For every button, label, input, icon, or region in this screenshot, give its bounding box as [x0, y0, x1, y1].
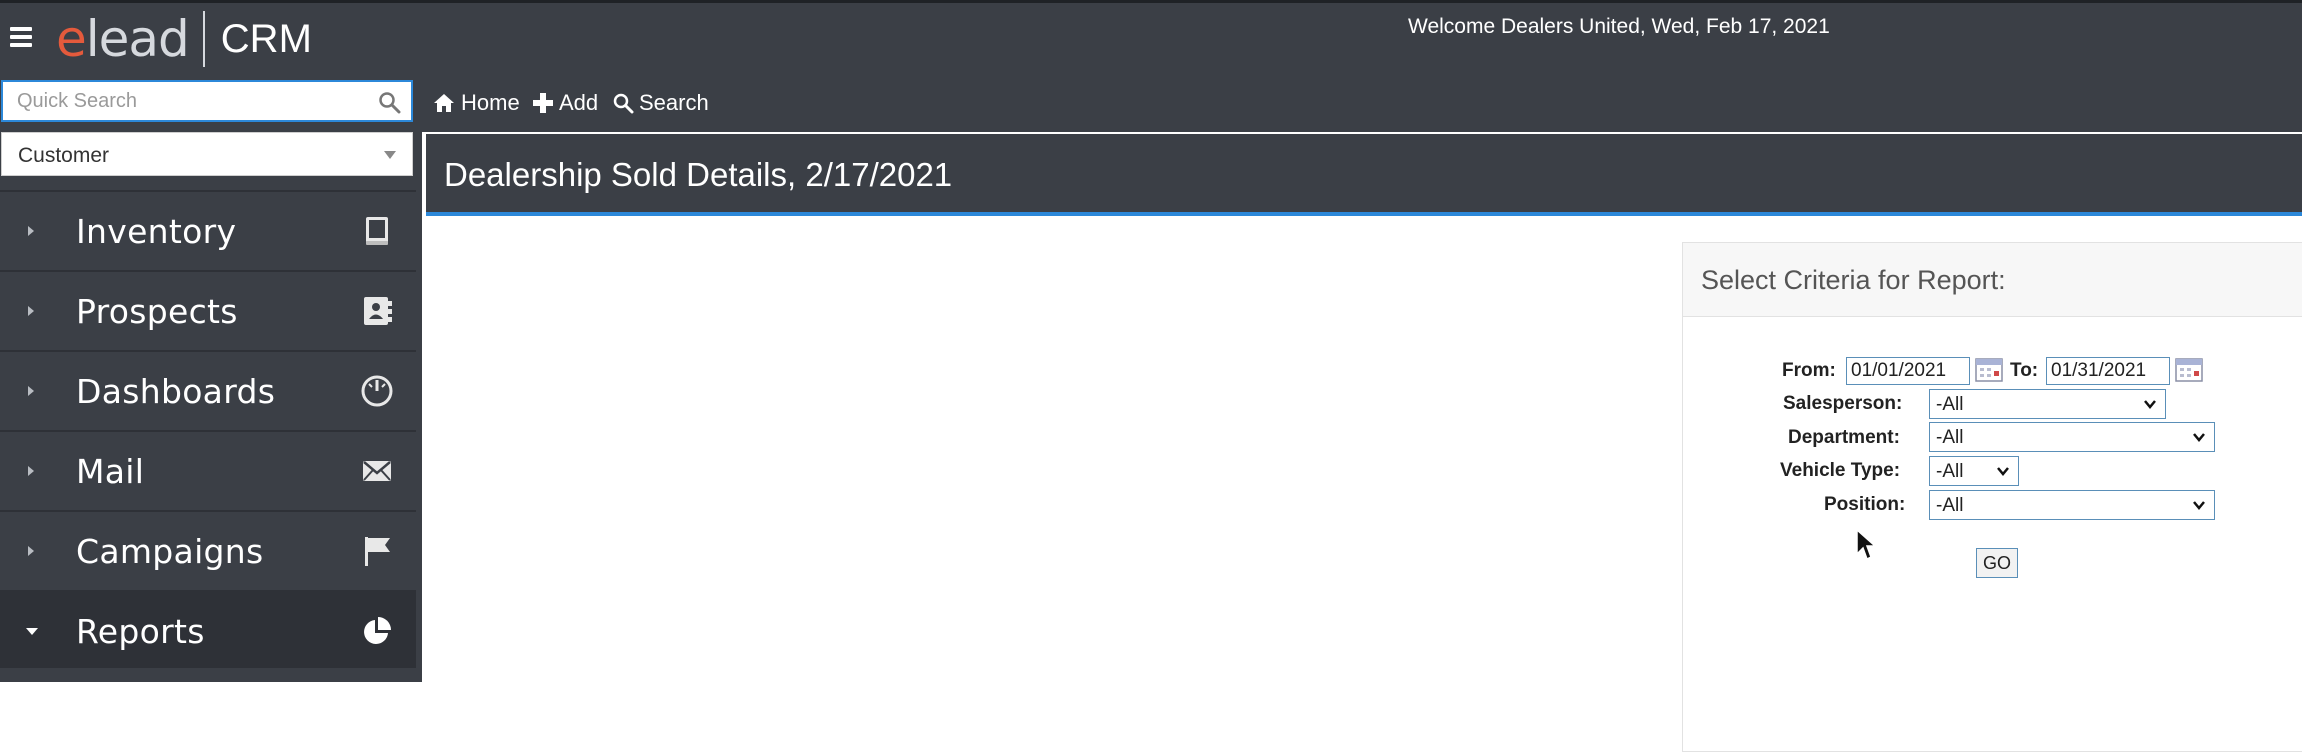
to-date-input[interactable] [2046, 357, 2170, 385]
caret-right-icon [28, 546, 34, 556]
sidebar-item-label: Dashboards [76, 372, 276, 411]
position-select[interactable]: -All [1929, 490, 2215, 520]
caret-right-icon [28, 466, 34, 476]
caret-right-icon [28, 226, 34, 236]
flag-icon [365, 537, 390, 566]
department-value: -All [1936, 427, 1964, 448]
welcome-message: Welcome Dealers United, Wed, Feb 17, 202… [1408, 15, 1830, 38]
add-label: Add [559, 90, 599, 115]
chevron-down-icon [384, 151, 396, 159]
salesperson-value: -All [1936, 394, 1964, 415]
caret-right-icon [28, 386, 34, 396]
home-icon [434, 94, 454, 112]
sidebar-item-label: Campaigns [76, 532, 264, 571]
to-label: To: [2010, 360, 2039, 381]
sidebar-item-label: Prospects [76, 292, 238, 331]
quick-search-box [1, 80, 413, 122]
sidebar-item-inventory[interactable]: Inventory [0, 190, 416, 268]
salesperson-label: Salesperson: [1783, 393, 1903, 414]
caret-down-icon [26, 628, 38, 635]
caret-right-icon [28, 306, 34, 316]
search-type-value: Customer [18, 144, 110, 167]
envelope-icon [363, 461, 391, 481]
contacts-icon [364, 297, 392, 325]
department-label: Department: [1788, 427, 1900, 448]
calendar-icon[interactable] [2175, 356, 2203, 382]
page-title: Dealership Sold Details, 2/17/2021 [444, 156, 953, 193]
hamburger-menu-icon[interactable] [10, 27, 32, 47]
position-label: Position: [1824, 494, 1906, 515]
calendar-icon[interactable] [1975, 356, 2003, 382]
sidebar-item-label: Mail [76, 452, 145, 491]
chevron-down-icon [2144, 400, 2156, 409]
search-type-select[interactable]: Customer [1, 132, 413, 176]
logo-lead: lead [85, 10, 190, 68]
pie-chart-icon [364, 617, 391, 644]
criteria-header: Select Criteria for Report: [1683, 243, 2302, 317]
search-icon[interactable] [377, 90, 401, 114]
top-header: e lead CRM Welcome Dealers United, Wed, F… [0, 0, 2302, 78]
home-label: Home [461, 90, 520, 115]
gauge-icon [361, 375, 393, 407]
logo-divider [202, 11, 205, 67]
sidebar-item-label: Inventory [76, 212, 237, 251]
plus-icon [533, 93, 553, 113]
sidebar-item-mail[interactable]: Mail [0, 430, 416, 508]
criteria-heading: Select Criteria for Report: [1701, 265, 2006, 295]
sidebar-item-prospects[interactable]: Prospects [0, 270, 416, 348]
page-title-bar: Dealership Sold Details, 2/17/2021 [426, 134, 2302, 216]
sidebar-item-campaigns[interactable]: Campaigns [0, 510, 416, 588]
vehicle-type-select[interactable]: -All [1929, 456, 2019, 486]
top-toolbar: Home Add Search [422, 78, 2302, 132]
quick-search-input[interactable] [3, 82, 363, 120]
from-date-input[interactable] [1846, 357, 1970, 385]
vehicle-type-label: Vehicle Type: [1780, 460, 1901, 481]
home-link[interactable]: Home [432, 88, 520, 118]
go-button[interactable]: GO [1976, 548, 2018, 578]
sidebar-item-label: Reports [76, 612, 205, 651]
elead-logo[interactable]: e lead CRM [56, 9, 312, 69]
add-link[interactable]: Add [532, 88, 598, 118]
logo-crm: CRM [220, 16, 312, 61]
chevron-down-icon [2193, 433, 2205, 442]
sidebar: Customer Inventory Prospects Dashboards … [0, 78, 422, 682]
vehicle-type-value: -All [1936, 461, 1964, 482]
position-value: -All [1936, 495, 1964, 516]
logo-e: e [56, 10, 87, 68]
chevron-down-icon [2193, 501, 2205, 510]
sidebar-item-dashboards[interactable]: Dashboards [0, 350, 416, 428]
sidebar-item-reports[interactable]: Reports [0, 590, 416, 668]
salesperson-select[interactable]: -All [1929, 389, 2166, 419]
book-icon [366, 217, 388, 245]
chevron-down-icon [1997, 467, 2009, 476]
from-label: From: [1782, 360, 1836, 381]
mouse-pointer-icon [1856, 528, 1877, 561]
search-label: Search [639, 90, 709, 115]
search-icon [613, 93, 634, 114]
department-select[interactable]: -All [1929, 422, 2215, 452]
search-link[interactable]: Search [612, 88, 709, 118]
